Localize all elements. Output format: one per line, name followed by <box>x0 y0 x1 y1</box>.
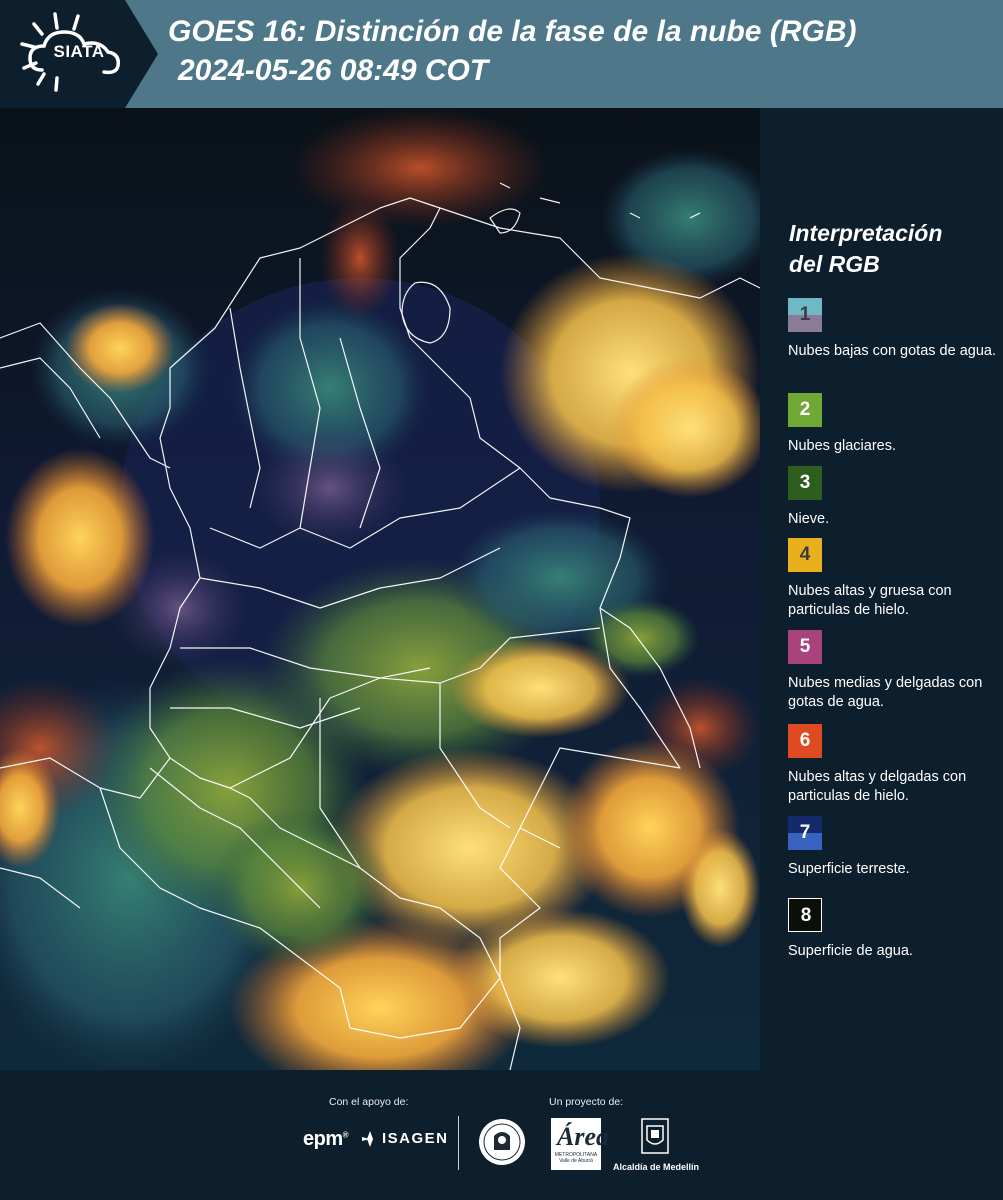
legend-swatch: 6 <box>788 724 822 758</box>
satellite-rgb-image <box>0 108 760 1070</box>
legend-number: 3 <box>799 472 811 493</box>
legend-item-6: 6 Nubes altas y delgadas con particulas d… <box>788 724 998 806</box>
legend-number: 2 <box>799 399 811 420</box>
legend-title-line1: Interpretación <box>789 220 943 246</box>
area-logo-sub: METROPOLITANA Valle de Aburrá <box>554 1152 598 1164</box>
header-bar: SIATA GOES 16: Distinción de la fase de … <box>0 0 1003 108</box>
legend-swatch: 4 <box>788 538 822 572</box>
legend-number: 4 <box>799 544 811 565</box>
legend-swatch: 7 <box>788 816 822 850</box>
legend-title: Interpretación del RGB <box>789 218 989 280</box>
alcaldia-logo-text: Alcaldía de Medellín <box>613 1162 700 1172</box>
legend-number: 8 <box>800 905 812 926</box>
legend-panel: Interpretación del RGB 1 Nubes bajas con … <box>775 108 1003 1070</box>
epm-logo-text: epm <box>303 1128 343 1150</box>
legend-item-8: 8 Superficie de agua. <box>788 898 998 961</box>
satellite-map-svg <box>0 108 760 1070</box>
legend-item-2: 2 Nubes glaciares. <box>788 393 998 456</box>
epm-registered-mark: ® <box>342 1130 349 1140</box>
legend-swatch: 8 <box>788 898 822 932</box>
siata-logo-text: SIATA <box>53 42 105 61</box>
legend-label: Superficie de agua. <box>788 943 913 959</box>
legend-label: Nubes medias y delgadas con gotas de agu… <box>788 675 983 710</box>
legend-swatch: 5 <box>788 630 822 664</box>
page-timestamp: 2024-05-26 08:49 COT <box>178 54 489 87</box>
legend-item-4: 4 Nubes altas y gruesa con particulas de … <box>788 538 998 620</box>
support-label: Con el apoyo de: <box>329 1096 409 1108</box>
legend-label: Nubes glaciares. <box>788 438 896 454</box>
legend-item-5: 5 Nubes medias y delgadas con gotas de ag… <box>788 630 998 712</box>
legend-label: Nubes altas y gruesa con particulas de h… <box>788 583 952 618</box>
siata-logo: SIATA <box>0 0 158 108</box>
legend-number: 1 <box>799 304 811 325</box>
legend-number: 5 <box>799 636 811 657</box>
legend-label: Nubes bajas con gotas de agua. <box>788 343 996 359</box>
seal-icon <box>479 1119 525 1165</box>
legend-label: Nubes altas y delgadas con particulas de… <box>788 769 967 804</box>
page-title: GOES 16: Distinción de la fase de la nub… <box>168 15 857 48</box>
legend-label: Superficie terreste. <box>788 861 910 877</box>
legend-item-1: 1 Nubes bajas con gotas de agua. <box>788 298 998 361</box>
area-logo-main: Área <box>557 1122 609 1151</box>
legend-swatch: 3 <box>788 466 822 500</box>
isagen-logo-text: ISAGEN <box>382 1130 449 1147</box>
footer-divider <box>458 1116 459 1170</box>
legend-number: 6 <box>799 730 811 751</box>
epm-logo: epm® <box>303 1128 349 1151</box>
legend-title-line2: del RGB <box>789 251 880 277</box>
alcaldia-medellin-logo: Alcaldía de Medellín <box>613 1118 703 1172</box>
legend-swatch: 2 <box>788 393 822 427</box>
isagen-logo: ISAGEN <box>362 1130 449 1147</box>
isagen-icon <box>362 1130 373 1147</box>
legend-label: Nieve. <box>788 511 830 527</box>
legend-number: 7 <box>799 822 811 843</box>
project-label: Un proyecto de: <box>549 1096 624 1108</box>
area-metropolitana-logo: Área METROPOLITANA Valle de Aburrá <box>551 1118 609 1170</box>
legend-item-7: 7 Superficie terreste. <box>788 816 998 879</box>
legend-swatch: 1 <box>788 298 822 332</box>
footer: Con el apoyo de: Un proyecto de: epm® IS… <box>0 1070 1003 1200</box>
legend-item-3: 3 Nieve. <box>788 466 998 529</box>
alcaldia-crest-icon <box>641 1118 669 1154</box>
seal-logo <box>478 1118 526 1171</box>
